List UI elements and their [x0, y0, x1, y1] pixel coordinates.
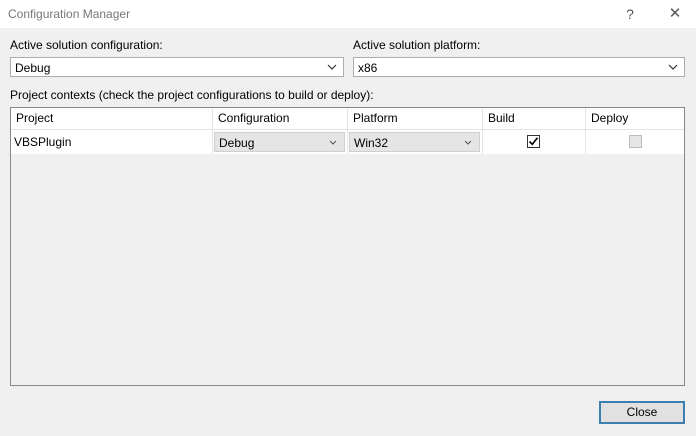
solution-platform-value: x86 [358, 61, 378, 75]
configuration-cell: Debug [213, 130, 348, 154]
checkmark-icon [528, 137, 539, 146]
chevron-down-icon [464, 140, 472, 145]
project-contexts-grid: Project Configuration Platform Build Dep… [10, 107, 685, 386]
project-cell: VBSPlugin [11, 130, 213, 154]
column-header-platform[interactable]: Platform [348, 108, 483, 129]
window-title: Configuration Manager [8, 7, 131, 21]
build-checkbox[interactable] [527, 135, 540, 148]
chevron-down-icon [668, 64, 678, 70]
row-platform-value: Win32 [354, 136, 389, 150]
title-bar: Configuration Manager ? ✕ [0, 0, 696, 28]
solution-config-dropdown[interactable]: Debug [10, 57, 344, 77]
platform-cell: Win32 [348, 130, 483, 154]
solution-platform-dropdown[interactable]: x86 [353, 57, 685, 77]
solution-config-value: Debug [15, 61, 51, 75]
close-button[interactable]: Close [599, 401, 685, 424]
row-platform-dropdown[interactable]: Win32 [349, 132, 480, 152]
column-header-project[interactable]: Project [11, 108, 213, 129]
column-header-deploy[interactable]: Deploy [586, 108, 684, 129]
project-contexts-label: Project contexts (check the project conf… [10, 88, 374, 102]
build-cell [483, 130, 586, 154]
close-window-icon[interactable]: ✕ [664, 4, 686, 24]
grid-header: Project Configuration Platform Build Dep… [11, 108, 684, 130]
solution-config-label: Active solution configuration: [10, 38, 163, 52]
row-configuration-value: Debug [219, 136, 255, 150]
column-header-configuration[interactable]: Configuration [213, 108, 348, 129]
table-row[interactable]: VBSPlugin Debug Win32 [11, 130, 684, 154]
chevron-down-icon [329, 140, 337, 145]
deploy-cell [586, 130, 684, 154]
deploy-checkbox[interactable] [629, 135, 642, 148]
row-configuration-dropdown[interactable]: Debug [214, 132, 345, 152]
chevron-down-icon [327, 64, 337, 70]
help-button[interactable]: ? [619, 4, 641, 24]
project-name: VBSPlugin [14, 135, 72, 149]
column-header-build[interactable]: Build [483, 108, 586, 129]
solution-platform-label: Active solution platform: [353, 38, 481, 52]
